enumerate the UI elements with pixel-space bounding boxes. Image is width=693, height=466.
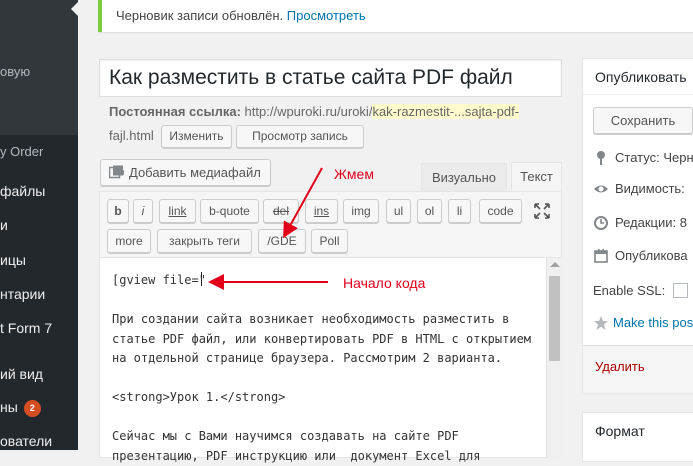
sticky-row[interactable]: Make this pos	[593, 314, 693, 332]
format-box[interactable]: Формат	[582, 412, 693, 462]
ssl-label: Enable SSL:	[593, 283, 666, 298]
ssl-checkbox[interactable]	[672, 283, 688, 298]
published-text: Опубликова	[615, 248, 688, 263]
ssl-row: Enable SSL:	[593, 282, 688, 300]
revisions-text: Редакции: 8	[615, 215, 687, 230]
eye-icon	[594, 185, 608, 193]
pin-icon	[597, 151, 605, 165]
visibility-row: Видимость:	[593, 180, 685, 198]
visibility-text: Видимость:	[615, 181, 685, 196]
published-row: Опубликова	[593, 247, 688, 265]
publish-box-title[interactable]: Опубликовать	[583, 59, 693, 95]
history-icon	[594, 216, 608, 230]
revisions-row: Редакции: 8	[593, 214, 687, 232]
star-icon	[594, 316, 608, 330]
sticky-link[interactable]: Make this pos	[613, 315, 693, 330]
status-text: Статус: Черн	[615, 150, 693, 165]
calendar-icon	[594, 249, 608, 263]
format-box-title: Формат	[595, 423, 645, 439]
publish-box: Опубликовать Сохранить Статус: Черн Види…	[582, 58, 693, 393]
status-row: Статус: Черн	[593, 149, 693, 167]
delete-link[interactable]: Удалить	[595, 358, 645, 376]
save-draft-button[interactable]: Сохранить	[593, 107, 693, 134]
